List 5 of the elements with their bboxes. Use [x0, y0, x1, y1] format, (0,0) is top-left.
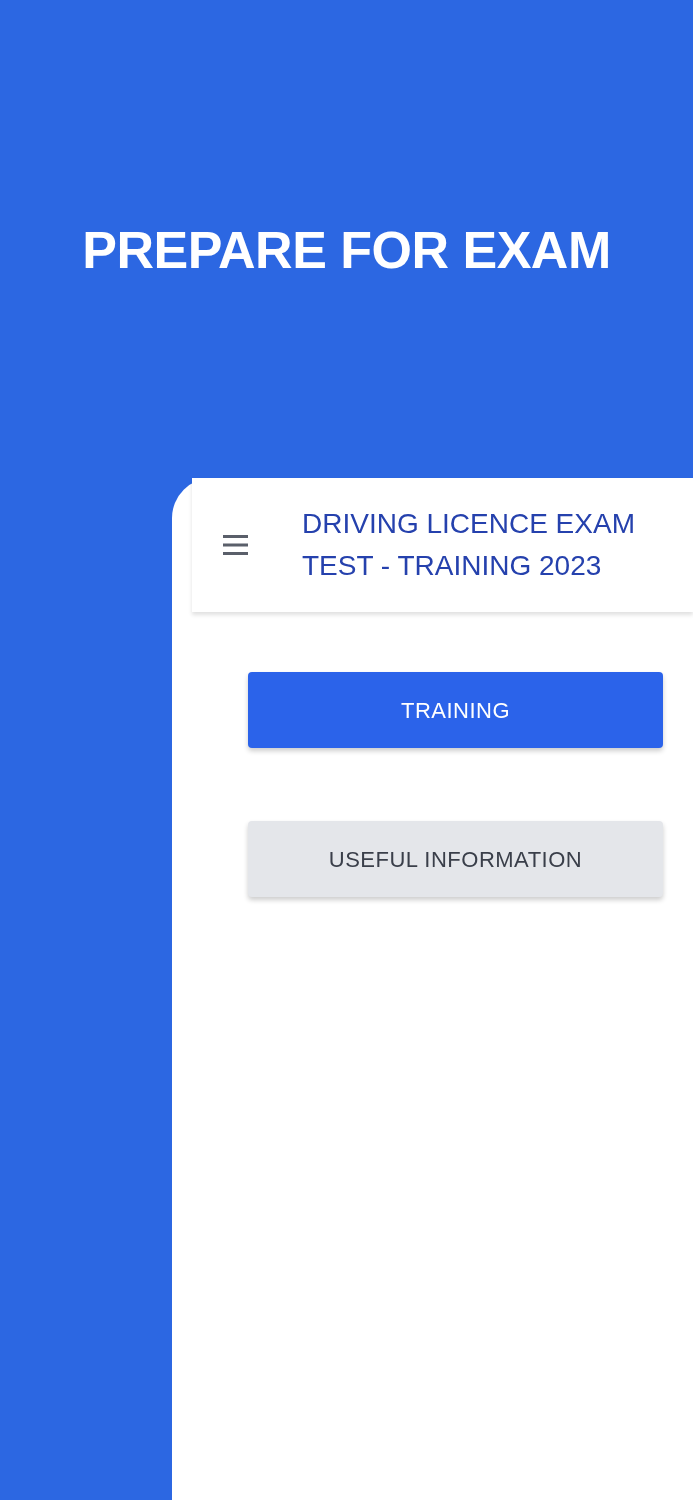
- secondary-button[interactable]: USEFUL INFORMATION: [248, 821, 663, 897]
- headline: PREPARE FOR EXAM: [82, 220, 611, 281]
- primary-button[interactable]: TRAINING: [248, 672, 663, 748]
- app-title: DRIVING LICENCE EXAM TEST - TRAINING 2023: [302, 507, 636, 583]
- menu-icon[interactable]: [222, 534, 250, 556]
